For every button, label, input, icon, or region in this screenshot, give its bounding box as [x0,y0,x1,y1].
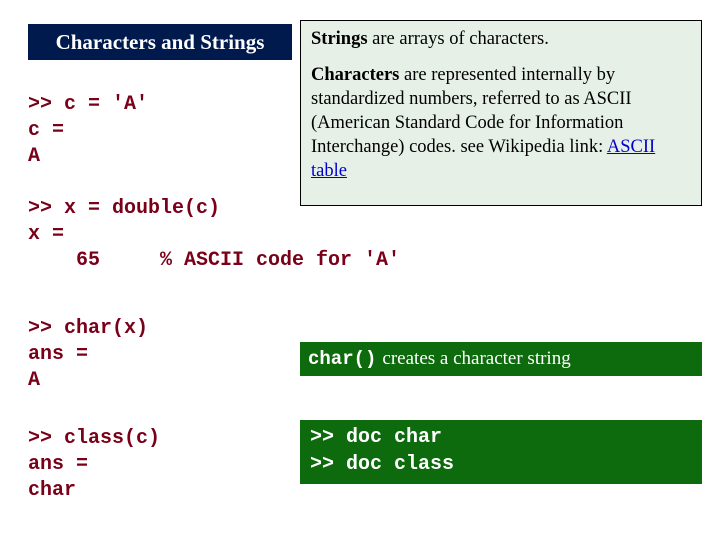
slide-title: Characters and Strings [28,24,292,60]
char-description-box: char() creates a character string [300,342,702,376]
info-p1-text: are arrays of characters. [368,29,549,49]
doc-commands-box: >> doc char >> doc class [300,420,702,484]
char-func-desc: creates a character string [382,348,570,370]
code-block-char: >> char(x) ans = A [28,316,148,394]
info-paragraph-1: Strings are arrays of characters. [311,27,691,51]
characters-term: Characters [311,65,399,85]
code-block-main: >> c = 'A' c = A >> x = double(c) x = 65… [28,92,400,274]
strings-term: Strings [311,29,368,49]
code-block-class: >> class(c) ans = char [28,426,160,504]
char-func-name: char() [308,348,376,370]
